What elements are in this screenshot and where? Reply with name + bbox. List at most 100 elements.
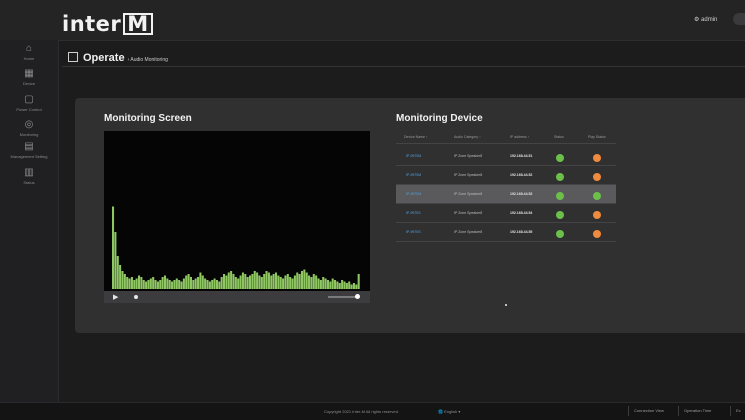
spectrum-bar [319,280,322,289]
play-icon[interactable]: ▶ [113,293,118,301]
monitor-icon: ◎ [24,119,34,130]
table-row[interactable]: IP-9970M IP Zone Speaker8 192.168.44.52 [396,166,616,185]
logout-button[interactable] [733,13,745,25]
spectrum-bar [149,278,152,289]
spectrum-bar [213,278,216,289]
sidebar: ⌂ Home ▦ Device ▢ Power Control ◎ Monitoring ▤ Ma… [0,40,59,402]
spectrum-bar [291,278,294,289]
sidebar-item-2[interactable]: ▢ Power Control [0,94,58,113]
spectrum-bar [324,278,327,289]
sidebar-item-1[interactable]: ▦ Device [0,69,58,87]
play-status-indicator [593,154,601,162]
device-name-cell: IP-9970M [406,192,422,196]
spectrum-bar [232,274,235,289]
col-device-name[interactable]: Device Name ↑ [404,135,428,139]
spectrum-bar [239,275,242,289]
sidebar-item-label: Device [22,81,36,86]
spectrum-bar [225,275,228,289]
spectrum-bar [253,271,256,289]
spectrum-bar [345,283,348,289]
monitoring-device-title: Monitoring Device [396,113,483,124]
audio-spectrum [112,206,360,289]
spectrum-bar [326,280,329,289]
device-name-cell: IP-9970M [406,154,422,158]
spectrum-bar [159,280,162,289]
volume-knob[interactable] [355,294,360,299]
spectrum-bar [234,277,237,289]
spectrum-bar [161,277,164,289]
spectrum-bar [334,280,337,289]
sidebar-item-label: Power Control [16,107,42,112]
breadcrumb: Operate › Audio Monitoring [68,52,168,64]
sidebar-item-label: Management Setting [10,154,48,159]
extra-button[interactable]: Ex [730,406,745,416]
player-controls: ▶ [104,291,370,303]
spectrum-bar [317,278,320,289]
spectrum-bar [260,277,263,289]
spectrum-bar [211,280,214,289]
play-status-indicator [593,192,601,200]
spectrum-bar [218,281,221,289]
status-icon: ▥ [24,167,34,178]
spectrum-bar [142,280,145,289]
spectrum-bar [303,269,306,289]
spectrum-bar [293,275,296,289]
spectrum-bar [187,274,190,289]
spectrum-bar [355,284,358,289]
spectrum-bar [308,275,311,289]
audio-category-cell: IP Zone Speaker8 [454,230,483,234]
status-indicator [556,154,564,162]
device-name-cell: IP-9970S [406,230,421,234]
spectrum-bar [175,278,178,289]
spectrum-bar [310,277,313,289]
spectrum-bar [322,277,325,289]
spectrum-bar [298,274,301,289]
power-icon: ▢ [24,94,34,105]
sidebar-item-label: Monitoring [19,132,39,137]
divider [62,66,745,67]
stop-icon[interactable] [134,295,138,299]
col-audio-category[interactable]: Audio Category ↑ [454,135,481,139]
spectrum-bar [114,232,117,289]
connection-view-button[interactable]: Connection View [628,406,669,416]
sidebar-item-3[interactable]: ◎ Monitoring [0,119,58,138]
spectrum-bar [204,278,207,289]
breadcrumb-sub[interactable]: › Audio Monitoring [128,57,168,63]
monitoring-screen-title: Monitoring Screen [104,113,192,124]
spectrum-bar [230,271,233,289]
spectrum-bar [274,272,278,289]
spectrum-bar [357,274,360,289]
table-row[interactable]: IP-9970S IP Zone Speaker8 192.168.44.55 [396,223,616,242]
spectrum-bar [128,278,131,289]
sidebar-item-0[interactable]: ⌂ Home [0,44,58,62]
operation-time-button[interactable]: Operation Time [678,406,716,416]
spectrum-bar [223,274,226,289]
table-row[interactable]: IP-9970M IP Zone Speaker8 192.168.44.51 [396,147,616,166]
spectrum-bar [185,275,188,289]
col-ip-address[interactable]: IP address ↑ [510,135,529,139]
spectrum-bar [352,283,355,289]
table-row[interactable]: IP-9970M IP Zone Speaker8 192.168.44.53 [396,185,616,204]
spectrum-bar [126,277,129,289]
language-select[interactable]: 🌐 English ▾ [438,409,460,414]
spectrum-bar [166,278,169,289]
table-header: Device Name ↑ Audio Category ↑ IP addres… [396,131,616,144]
col-status: Status [554,135,564,139]
table-row[interactable]: IP-9970S IP Zone Speaker8 192.168.44.54 [396,204,616,223]
spectrum-bar [119,265,122,289]
sidebar-item-5[interactable]: ▥ Status [0,167,58,186]
spectrum-bar [244,274,247,289]
volume-slider[interactable] [328,296,358,298]
spectrum-bar [331,278,334,289]
status-indicator [556,230,564,238]
audio-category-cell: IP Zone Speaker8 [454,192,483,196]
page-title: Operate [83,52,125,64]
spectrum-bar [163,275,167,289]
status-indicator [556,173,564,181]
ip-address-cell: 192.168.44.53 [510,192,533,196]
sidebar-item-4[interactable]: ▤ Management Setting [0,142,58,160]
play-status-indicator [593,173,601,181]
spectrum-bar [192,280,195,289]
spectrum-bar [201,275,204,289]
user-menu[interactable]: ⚙ admin [694,16,717,23]
